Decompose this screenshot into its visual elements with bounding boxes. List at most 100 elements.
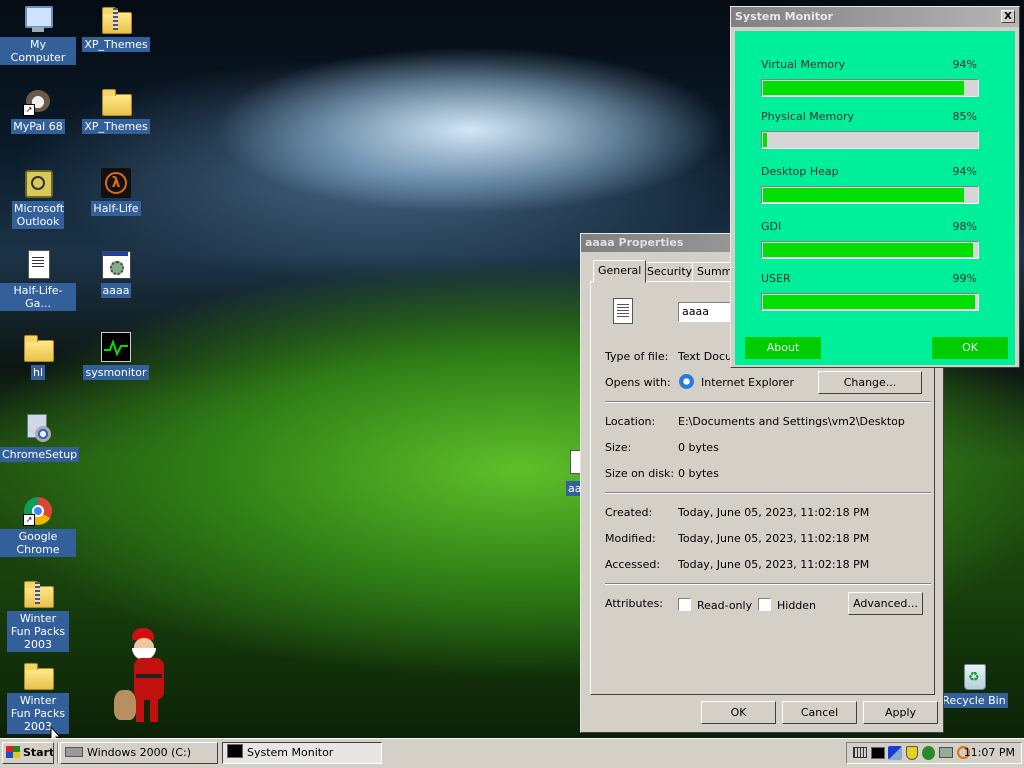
tab-security[interactable]: Security [642, 262, 698, 282]
taskbar-separator [57, 743, 59, 763]
advanced-button[interactable]: Advanced... [848, 592, 923, 615]
desktop-icon-half-life-game[interactable]: Half-Life-Ga... [0, 250, 76, 311]
network-icon[interactable] [888, 746, 902, 760]
meter-bar-gdi [761, 241, 979, 259]
meter-fill [763, 243, 973, 257]
santa-mascot-icon [112, 628, 178, 728]
start-button[interactable]: Start [2, 742, 54, 764]
zip-folder-icon [23, 578, 54, 608]
document-icon [23, 250, 53, 280]
taskbar-item-system-monitor[interactable]: System Monitor [222, 742, 382, 764]
attributes-label: Attributes: [605, 597, 664, 610]
meter-value-desktop-heap: 94% [952, 165, 977, 178]
desktop-icon-outlook[interactable]: Microsoft Outlook [0, 168, 76, 229]
window-title: System Monitor [735, 10, 833, 23]
sysmonitor-tray-icon[interactable] [871, 747, 885, 759]
accessed-value: Today, June 05, 2023, 11:02:18 PM [678, 558, 870, 571]
desktop-icon-xp-themes-zip[interactable]: XP_Themes [78, 4, 154, 52]
meter-bar-physical-memory [761, 131, 979, 149]
system-monitor-window: System Monitor X Virtual Memory 94% Phys… [730, 6, 1020, 368]
meter-bar-desktop-heap [761, 186, 979, 204]
meter-value-gdi: 98% [952, 220, 977, 233]
hidden-checkbox[interactable]: Hidden [758, 598, 816, 612]
desktop-icon-chromesetup[interactable]: ChromeSetup [0, 414, 80, 462]
location-value: E:\Documents and Settings\vm2\Desktop [678, 415, 905, 428]
shield-icon[interactable] [906, 746, 918, 760]
meter-label-virtual-memory: Virtual Memory [761, 58, 846, 71]
desktop-icon-hl[interactable]: hl [0, 332, 76, 380]
keyboard-icon[interactable] [853, 747, 867, 758]
desktop-icon-winter-fun-packs-zip[interactable]: Winter Fun Packs 2003 [0, 578, 76, 652]
close-icon[interactable]: X [1001, 10, 1015, 23]
separator [605, 401, 931, 403]
meter-label-gdi: GDI [761, 220, 782, 233]
desktop-icon-partial-aa[interactable]: aa [556, 448, 580, 496]
desktop-icon-xp-themes-folder[interactable]: XP_Themes [78, 86, 154, 134]
tab-general[interactable]: General [593, 260, 647, 283]
gear-window-icon [101, 250, 131, 280]
meter-bar-virtual-memory [761, 79, 979, 97]
ok-button[interactable]: OK [701, 701, 776, 724]
size-on-disk-label: Size on disk: [605, 467, 675, 480]
opens-label: Opens with: [605, 376, 671, 389]
clock[interactable]: 11:07 PM [964, 746, 1015, 760]
desktop-icon-recycle-bin[interactable]: ♻ Recycle Bin [936, 660, 1012, 708]
folder-icon [23, 332, 54, 362]
desktop-icon-google-chrome[interactable]: ↗ Google Chrome [0, 496, 76, 557]
drive-icon [65, 747, 83, 757]
meter-label-user: USER [761, 272, 791, 285]
type-label: Type of file: [605, 350, 669, 363]
desktop-icon-sysmonitor[interactable]: sysmonitor [78, 332, 154, 380]
meter-bar-user [761, 293, 979, 311]
taskbar: Start Windows 2000 (C:) System Monitor 1… [0, 738, 1024, 768]
file-type-icon [613, 298, 633, 324]
document-icon [568, 448, 580, 478]
meter-fill [763, 133, 768, 147]
opens-value: Internet Explorer [701, 376, 794, 389]
location-label: Location: [605, 415, 656, 428]
size-label: Size: [605, 441, 632, 454]
checkbox-box[interactable] [678, 598, 691, 611]
meter-value-virtual-memory: 94% [952, 58, 977, 71]
printer-icon[interactable] [939, 747, 953, 758]
monitor-graph-icon [101, 332, 131, 362]
cancel-button[interactable]: Cancel [782, 701, 857, 724]
meter-label-physical-memory: Physical Memory [761, 110, 854, 123]
chrome-icon: ↗ [23, 496, 53, 526]
readonly-checkbox[interactable]: Read-only [678, 598, 752, 612]
apply-button[interactable]: Apply [863, 701, 938, 724]
mypal-icon: ↗ [23, 86, 53, 116]
separator [605, 583, 931, 585]
security-center-icon[interactable] [922, 746, 935, 760]
desktop-icon-half-life[interactable]: λ Half-Life [78, 168, 154, 216]
windows-logo-icon [6, 746, 20, 758]
about-button[interactable]: About [745, 337, 821, 359]
zip-folder-icon [101, 4, 132, 34]
meter-fill [763, 81, 965, 95]
meter-label-desktop-heap: Desktop Heap [761, 165, 839, 178]
checkbox-box[interactable] [758, 598, 771, 611]
size-on-disk-value: 0 bytes [678, 467, 719, 480]
desktop-icon-winter-fun-packs-folder[interactable]: Winter Fun Packs 2003 [0, 660, 76, 734]
internet-explorer-icon: e [679, 374, 694, 389]
meter-fill [763, 295, 975, 309]
ok-button[interactable]: OK [932, 337, 1008, 359]
half-life-icon: λ [101, 168, 131, 198]
change-button[interactable]: Change... [818, 371, 922, 394]
size-value: 0 bytes [678, 441, 719, 454]
system-monitor-titlebar[interactable]: System Monitor X [731, 7, 1019, 27]
desktop-icon-aaaa[interactable]: aaaa [78, 250, 154, 298]
desktop-icon-my-computer[interactable]: My Computer [0, 4, 76, 65]
monitor-graph-icon [227, 744, 243, 758]
computer-icon [23, 4, 53, 34]
recycle-bin-icon: ♻ [959, 660, 989, 690]
taskbar-item-windows-2000[interactable]: Windows 2000 (C:) [60, 742, 218, 764]
meter-fill [763, 188, 965, 202]
accessed-label: Accessed: [605, 558, 661, 571]
desktop-icon-mypal[interactable]: ↗ MyPal 68 [0, 86, 76, 134]
modified-value: Today, June 05, 2023, 11:02:18 PM [678, 532, 870, 545]
folder-icon [23, 660, 54, 690]
modified-label: Modified: [605, 532, 656, 545]
installer-icon [23, 414, 53, 444]
created-label: Created: [605, 506, 653, 519]
